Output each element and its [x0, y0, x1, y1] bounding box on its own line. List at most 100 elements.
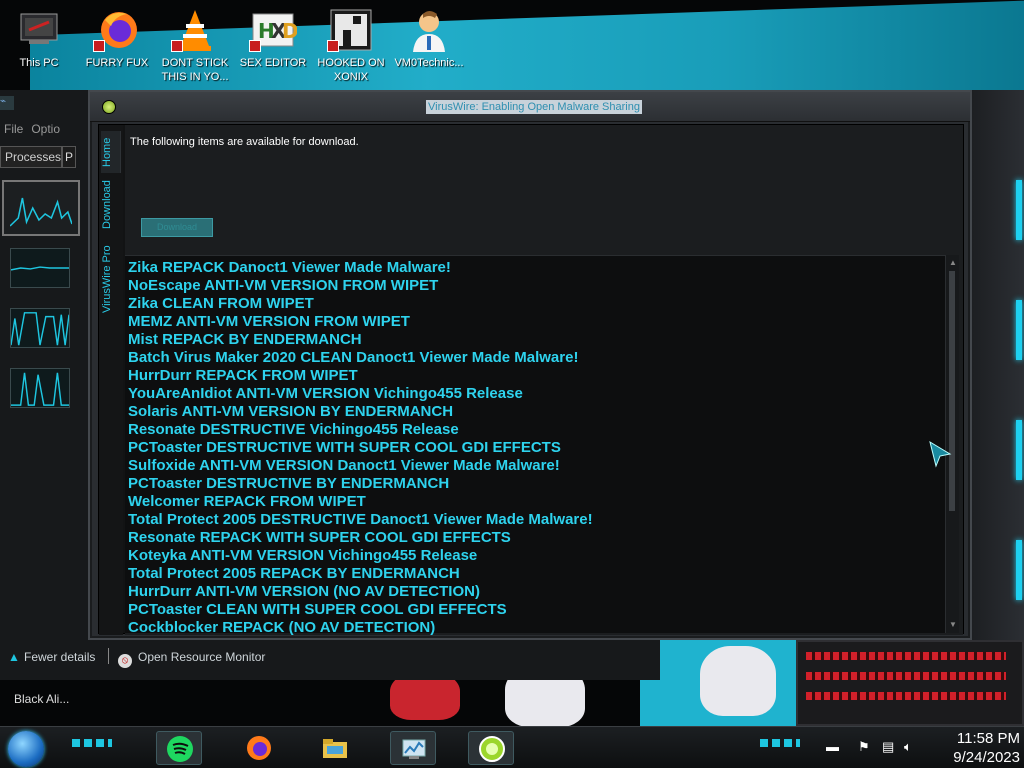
list-item[interactable]: NoEscape ANTI-VM VERSION FROM WIPET — [128, 277, 438, 295]
list-item[interactable]: Resonate REPACK WITH SUPER COOL GDI EFFE… — [128, 529, 511, 547]
desktop-icon-label: FURRY FUX — [85, 57, 149, 69]
list-item[interactable]: Koteyka ANTI-VM VERSION Vichingo455 Rele… — [128, 547, 477, 565]
taskbar-decoration — [760, 739, 800, 747]
window-titlebar[interactable]: VirusWire: Enabling Open Malware Sharing — [90, 92, 970, 122]
arrow-up-icon: ▲ — [8, 650, 20, 664]
list-item[interactable]: Sulfoxide ANTI-VM VERSION Danoct1 Viewer… — [128, 457, 560, 475]
red-led-row — [806, 652, 1006, 660]
shortcut-arrow-icon — [171, 40, 183, 52]
file-explorer-icon — [321, 734, 349, 762]
desktop-icon-label: DONT STICK THIS IN YO... — [161, 57, 229, 83]
disk-graph[interactable] — [10, 308, 70, 348]
vertical-tab-bar: Home Download VirusWire Pro — [99, 125, 123, 635]
taskbar-app-spotify[interactable] — [156, 731, 202, 765]
shortcut-arrow-icon — [249, 40, 261, 52]
list-item[interactable]: HurrDurr REPACK FROM WIPET — [128, 367, 358, 385]
taskbar-app-viruswire[interactable] — [468, 731, 514, 765]
window-body: Home Download VirusWire Pro The followin… — [98, 124, 964, 636]
list-item[interactable]: Zika CLEAN FROM WIPET — [128, 295, 314, 313]
resource-monitor-icon: ⦸ — [118, 654, 132, 668]
viruswire-app-icon — [102, 100, 116, 114]
list-item[interactable]: Total Protect 2005 DESTRUCTIVE Danoct1 V… — [128, 511, 593, 529]
taskbar-app-task-manager[interactable] — [390, 731, 436, 765]
list-item[interactable]: PCToaster DESTRUCTIVE WITH SUPER COOL GD… — [128, 439, 561, 457]
list-item[interactable]: Solaris ANTI-VM VERSION BY ENDERMANCH — [128, 403, 453, 421]
download-list[interactable]: Zika REPACK Danoct1 Viewer Made Malware!… — [125, 255, 945, 636]
taskbar: ▬ ⚑ ▤ 🔈︎ 11:58 PM 9/24/2023 — [0, 726, 1024, 768]
network-icon[interactable]: ▤ — [882, 739, 894, 755]
task-manager-icon — [400, 735, 428, 763]
intro-text: The following items are available for do… — [130, 136, 359, 148]
window-title: VirusWire: Enabling Open Malware Sharing — [426, 100, 642, 114]
desktop-icon-label: SEX EDITOR — [239, 57, 307, 69]
download-button[interactable]: Download — [141, 218, 213, 237]
list-item[interactable]: HurrDurr ANTI-VM VERSION (NO AV DETECTIO… — [128, 583, 480, 601]
list-item[interactable]: Welcomer REPACK FROM WIPET — [128, 493, 366, 511]
tab-viruswire-pro[interactable]: VirusWire Pro — [101, 239, 121, 319]
overflow-icon[interactable]: ▬ — [826, 739, 839, 754]
viruswire-window: VirusWire: Enabling Open Malware Sharing… — [88, 90, 972, 640]
frame-glow — [1016, 300, 1022, 360]
list-item[interactable]: PCToaster DESTRUCTIVE BY ENDERMANCH — [128, 475, 449, 493]
list-item[interactable]: Total Protect 2005 REPACK BY ENDERMANCH — [128, 565, 460, 583]
xonix-game-icon — [327, 6, 375, 54]
scroll-up-icon[interactable]: ▲ — [947, 257, 959, 269]
clock-time: 11:58 PM — [956, 730, 1020, 747]
menu-options[interactable]: Optio — [31, 122, 60, 136]
taskbar-app-file-explorer[interactable] — [312, 731, 358, 765]
hxd-editor-icon: HXD — [249, 6, 299, 54]
shortcut-arrow-icon — [93, 40, 105, 52]
tab-performance[interactable]: P — [62, 146, 76, 168]
taskbar-app-firefox[interactable] — [236, 731, 282, 765]
tab-processes[interactable]: Processes — [0, 146, 62, 168]
volume-icon[interactable]: 🔈︎ — [904, 739, 912, 755]
open-resource-monitor-label: Open Resource Monitor — [138, 650, 266, 664]
firefox-icon — [245, 734, 273, 762]
red-led-row — [806, 672, 1006, 680]
tab-home[interactable]: Home — [101, 131, 121, 173]
task-manager-menu: File Optio — [4, 122, 68, 136]
desktop-icon-sex-editor[interactable]: HXD SEX EDITOR — [234, 6, 312, 70]
frame-glow — [1016, 180, 1022, 240]
decorative-side-frame — [970, 90, 1024, 730]
fewer-details-button[interactable]: ▲ Fewer details — [8, 650, 95, 664]
shortcut-arrow-icon — [327, 40, 339, 52]
menu-file[interactable]: File — [4, 122, 23, 136]
flag-icon[interactable]: ⚑ — [858, 739, 870, 755]
list-item[interactable]: Resonate DESTRUCTIVE Vichingo455 Release — [128, 421, 459, 439]
list-item[interactable]: Mist REPACK BY ENDERMANCH — [128, 331, 362, 349]
start-button[interactable] — [8, 731, 44, 767]
desktop-label-black-ali[interactable]: Black Ali... — [14, 692, 69, 706]
tab-download[interactable]: Download — [101, 173, 121, 237]
clock-date: 9/24/2023 — [953, 749, 1020, 766]
system-clock[interactable]: 11:58 PM 9/24/2023 — [930, 729, 1020, 767]
open-resource-monitor-link[interactable]: ⦸ Open Resource Monitor — [118, 650, 265, 668]
list-item[interactable]: YouAreAnIdiot ANTI-VM VERSION Vichingo45… — [128, 385, 523, 403]
desktop-icon-this-pc[interactable]: This PC — [0, 6, 78, 70]
home-content: The following items are available for do… — [125, 125, 963, 636]
this-pc-icon — [15, 6, 63, 54]
cpu-graph[interactable] — [2, 180, 80, 236]
list-item[interactable]: MEMZ ANTI-VM VERSION FROM WIPET — [128, 313, 410, 331]
scroll-down-icon[interactable]: ▼ — [947, 619, 959, 631]
list-item[interactable]: Zika REPACK Danoct1 Viewer Made Malware! — [128, 259, 451, 277]
desktop-icon-vm0technician[interactable]: VM0Technic... — [390, 6, 468, 70]
desktop-icon-label: This PC — [19, 57, 59, 69]
spotify-icon — [166, 735, 194, 763]
task-manager-window: ⌁ File Optio Processes P — [0, 90, 92, 680]
taskbar-decoration — [72, 739, 112, 747]
svg-text:D: D — [282, 19, 297, 43]
wallpaper-shoe — [700, 646, 776, 716]
network-graph[interactable] — [10, 368, 70, 408]
decorative-red-panel — [796, 640, 1024, 726]
memory-graph[interactable] — [10, 248, 70, 288]
desktop-icon-hooked-on-xonix[interactable]: HOOKED ON XONIX — [312, 6, 390, 84]
list-item[interactable]: Batch Virus Maker 2020 CLEAN Danoct1 Vie… — [128, 349, 578, 367]
desktop-icon-furry-fux[interactable]: FURRY FUX — [78, 6, 156, 70]
scroll-thumb[interactable] — [949, 271, 955, 511]
desktop-icon-label: HOOKED ON XONIX — [317, 57, 385, 83]
vlc-icon — [171, 6, 219, 54]
list-item[interactable]: Cockblocker REPACK (NO AV DETECTION) — [128, 619, 435, 637]
list-item[interactable]: PCToaster CLEAN WITH SUPER COOL GDI EFFE… — [128, 601, 507, 619]
desktop-icon-dont-stick[interactable]: DONT STICK THIS IN YO... — [156, 6, 234, 84]
